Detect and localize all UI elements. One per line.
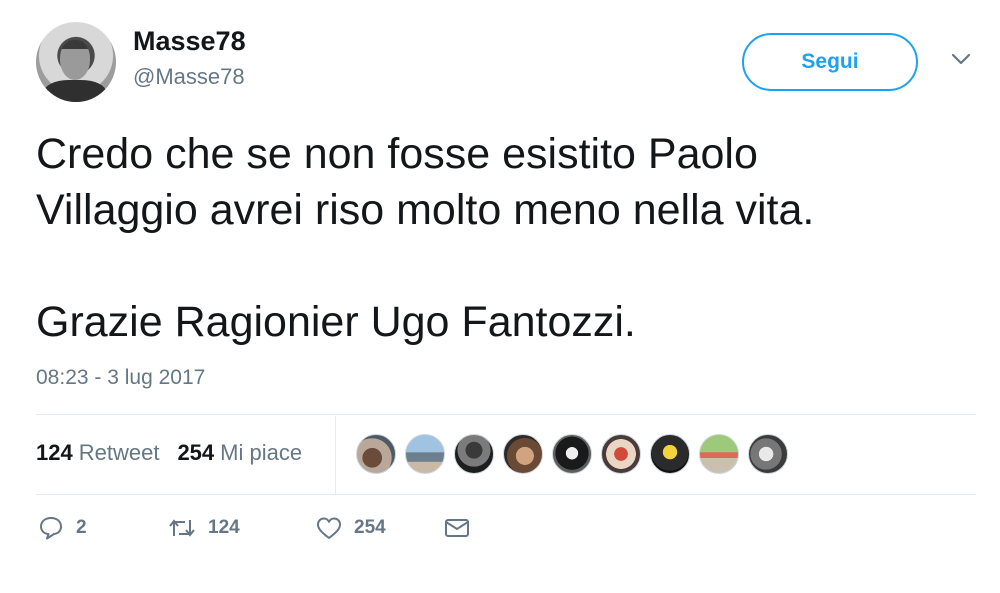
envelope-icon: [445, 519, 469, 537]
direct-message-button[interactable]: [444, 517, 470, 539]
retweets-label: Retweet: [78, 440, 160, 465]
avatar-face: [60, 40, 90, 80]
reply-count: 2: [76, 517, 87, 538]
like-button[interactable]: 254: [316, 516, 444, 540]
liker-avatars: [356, 434, 797, 474]
retweet-button[interactable]: 124: [168, 516, 316, 540]
like-count: 254: [354, 517, 386, 538]
tweet-text: Credo che se non fosse esistito Paolo Vi…: [36, 126, 966, 350]
liker-avatar[interactable]: [356, 434, 396, 474]
liker-avatar[interactable]: [650, 434, 690, 474]
likes-stat[interactable]: 254 Mi piace: [177, 440, 302, 466]
liker-avatar[interactable]: [748, 434, 788, 474]
liker-avatar[interactable]: [454, 434, 494, 474]
avatar-shoulders: [44, 80, 106, 102]
tweet-text-line: Grazie Ragionier Ugo Fantozzi.: [36, 298, 636, 346]
liker-avatar[interactable]: [699, 434, 739, 474]
heart-icon: [317, 517, 341, 539]
likes-count: 254: [177, 440, 215, 465]
liker-avatar[interactable]: [503, 434, 543, 474]
stats-separator: [335, 416, 336, 494]
divider-bottom: [36, 494, 976, 495]
tweet-text-line: Credo che se non fosse esistito Paolo: [36, 130, 758, 178]
reply-button[interactable]: 2: [38, 515, 168, 541]
follow-button[interactable]: Segui: [742, 33, 918, 91]
liker-avatar[interactable]: [552, 434, 592, 474]
author-display-name[interactable]: Masse78: [133, 26, 246, 57]
liker-avatar[interactable]: [405, 434, 445, 474]
retweet-count: 124: [208, 517, 240, 538]
tweet-timestamp[interactable]: 08:23 - 3 lug 2017: [36, 366, 205, 390]
tweet-text-line: Villaggio avrei riso molto meno nella vi…: [36, 186, 815, 234]
chevron-down-icon[interactable]: [950, 50, 972, 68]
author-avatar[interactable]: [36, 22, 116, 102]
tweet-text-blank-line: [36, 238, 966, 294]
divider-top: [36, 414, 976, 415]
liker-avatar[interactable]: [601, 434, 641, 474]
retweets-stat[interactable]: 124 Retweet: [36, 440, 159, 466]
reply-icon: [40, 517, 62, 540]
tweet-actions: 2 124 254: [38, 515, 470, 541]
likes-label: Mi piace: [220, 440, 303, 465]
retweets-count: 124: [36, 440, 73, 465]
author-handle[interactable]: @Masse78: [133, 64, 245, 90]
retweet-icon: [169, 519, 195, 537]
tweet-stats: 124 Retweet 254 Mi piace: [36, 440, 302, 466]
